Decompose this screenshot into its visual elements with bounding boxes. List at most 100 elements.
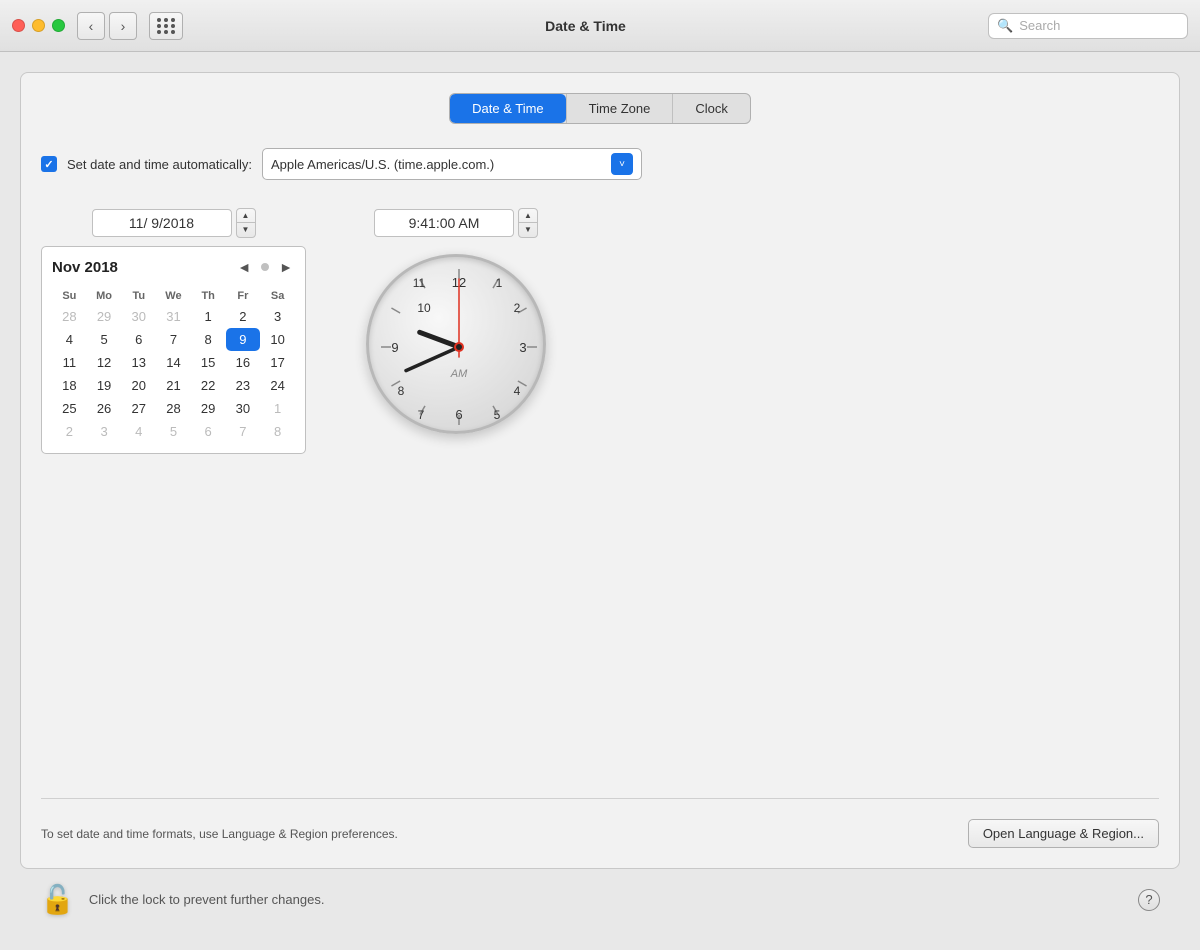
svg-text:4: 4 (514, 384, 521, 398)
main-content: Date & Time Time Zone Clock ✓ Set date a… (0, 52, 1200, 950)
calendar-day[interactable]: 28 (156, 397, 191, 420)
date-side: 11/ 9/2018 ▲ ▼ Nov 2018 ◄ ► (41, 208, 306, 454)
back-button[interactable]: ‹ (77, 12, 105, 40)
clock-container: 12 3 6 9 2 4 10 8 5 7 1 11 (366, 254, 546, 434)
calendar: Nov 2018 ◄ ► SuMoTuWeThFrSa 282930311234… (41, 246, 306, 454)
calendar-day[interactable]: 13 (121, 351, 156, 374)
forward-button[interactable]: › (109, 12, 137, 40)
search-icon: 🔍 (997, 18, 1013, 34)
calendar-day[interactable]: 14 (156, 351, 191, 374)
calendar-day[interactable]: 30 (121, 305, 156, 328)
table-row: 2526272829301 (52, 397, 295, 420)
table-row: 28293031123 (52, 305, 295, 328)
svg-text:3: 3 (519, 340, 526, 355)
calendar-day[interactable]: 2 (52, 420, 87, 443)
calendar-day[interactable]: 10 (260, 328, 295, 351)
table-row: 45678910 (52, 328, 295, 351)
calendar-day[interactable]: 12 (87, 351, 122, 374)
date-stepper: ▲ ▼ (236, 208, 256, 238)
time-stepper: ▲ ▼ (518, 208, 538, 238)
calendar-day[interactable]: 28 (52, 305, 87, 328)
traffic-lights (12, 19, 65, 32)
clock-face: 12 3 6 9 2 4 10 8 5 7 1 11 (366, 254, 546, 434)
tab-bar: Date & Time Time Zone Clock (41, 93, 1159, 124)
date-input-row: 11/ 9/2018 ▲ ▼ (92, 208, 256, 238)
calendar-day[interactable]: 31 (156, 305, 191, 328)
calendar-day[interactable]: 4 (52, 328, 87, 351)
calendar-day[interactable]: 1 (260, 397, 295, 420)
calendar-next-button[interactable]: ► (277, 257, 295, 277)
calendar-grid: SuMoTuWeThFrSa 2829303112345678910111213… (52, 287, 295, 443)
calendar-prev-button[interactable]: ◄ (235, 257, 253, 277)
date-decrement-button[interactable]: ▼ (237, 223, 255, 237)
calendar-day[interactable]: 26 (87, 397, 122, 420)
calendar-day[interactable]: 8 (191, 328, 226, 351)
titlebar: ‹ › Date & Time 🔍 (0, 0, 1200, 52)
search-input[interactable] (1019, 18, 1179, 33)
server-select-text: Apple Americas/U.S. (time.apple.com.) (271, 157, 605, 172)
svg-text:7: 7 (418, 408, 425, 422)
calendar-day[interactable]: 30 (226, 397, 261, 420)
svg-text:AM: AM (450, 368, 468, 380)
calendar-day[interactable]: 6 (121, 328, 156, 351)
time-increment-button[interactable]: ▲ (519, 209, 537, 223)
date-increment-button[interactable]: ▲ (237, 209, 255, 223)
select-arrow-icon: ˅ (611, 153, 633, 175)
calendar-day[interactable]: 4 (121, 420, 156, 443)
calendar-day[interactable]: 23 (226, 374, 261, 397)
grid-view-button[interactable] (149, 12, 183, 40)
calendar-dot-icon (261, 263, 269, 271)
auto-time-checkbox[interactable]: ✓ (41, 156, 57, 172)
minimize-button[interactable] (32, 19, 45, 32)
calendar-day[interactable]: 7 (226, 420, 261, 443)
tab-clock[interactable]: Clock (672, 94, 750, 123)
nav-buttons: ‹ › (77, 12, 137, 40)
time-input[interactable]: 9:41:00 AM (374, 209, 514, 237)
calendar-day[interactable]: 7 (156, 328, 191, 351)
calendar-day[interactable]: 24 (260, 374, 295, 397)
calendar-day[interactable]: 5 (156, 420, 191, 443)
panel: Date & Time Time Zone Clock ✓ Set date a… (20, 72, 1180, 869)
open-language-region-button[interactable]: Open Language & Region... (968, 819, 1159, 848)
calendar-day[interactable]: 25 (52, 397, 87, 420)
tab-time-zone[interactable]: Time Zone (566, 94, 673, 123)
calendar-day[interactable]: 16 (226, 351, 261, 374)
svg-text:8: 8 (398, 384, 405, 398)
tab-date-time[interactable]: Date & Time (450, 94, 566, 123)
calendar-day[interactable]: 1 (191, 305, 226, 328)
calendar-day[interactable]: 18 (52, 374, 87, 397)
calendar-day-header: Tu (121, 287, 156, 305)
time-decrement-button[interactable]: ▼ (519, 223, 537, 237)
calendar-day[interactable]: 22 (191, 374, 226, 397)
calendar-day[interactable]: 2 (226, 305, 261, 328)
calendar-day[interactable]: 6 (191, 420, 226, 443)
calendar-day[interactable]: 3 (87, 420, 122, 443)
calendar-day[interactable]: 19 (87, 374, 122, 397)
calendar-day[interactable]: 9 (226, 328, 261, 351)
calendar-day[interactable]: 11 (52, 351, 87, 374)
calendar-header: Nov 2018 ◄ ► (52, 257, 295, 277)
calendar-day-header: Fr (226, 287, 261, 305)
calendar-day[interactable]: 8 (260, 420, 295, 443)
calendar-day[interactable]: 29 (87, 305, 122, 328)
help-button[interactable]: ? (1138, 889, 1160, 911)
maximize-button[interactable] (52, 19, 65, 32)
table-row: 18192021222324 (52, 374, 295, 397)
calendar-day[interactable]: 27 (121, 397, 156, 420)
calendar-day[interactable]: 29 (191, 397, 226, 420)
tab-group: Date & Time Time Zone Clock (449, 93, 751, 124)
calendar-day[interactable]: 20 (121, 374, 156, 397)
server-select[interactable]: Apple Americas/U.S. (time.apple.com.) ˅ (262, 148, 642, 180)
svg-text:9: 9 (391, 340, 398, 355)
lock-icon[interactable]: 🔓 (40, 883, 75, 916)
calendar-day[interactable]: 17 (260, 351, 295, 374)
calendar-day[interactable]: 3 (260, 305, 295, 328)
date-input[interactable]: 11/ 9/2018 (92, 209, 232, 237)
calendar-day[interactable]: 15 (191, 351, 226, 374)
close-button[interactable] (12, 19, 25, 32)
calendar-day[interactable]: 21 (156, 374, 191, 397)
time-input-row: 9:41:00 AM ▲ ▼ (374, 208, 538, 238)
svg-text:2: 2 (514, 301, 521, 315)
auto-time-label: Set date and time automatically: (67, 157, 252, 172)
calendar-day[interactable]: 5 (87, 328, 122, 351)
